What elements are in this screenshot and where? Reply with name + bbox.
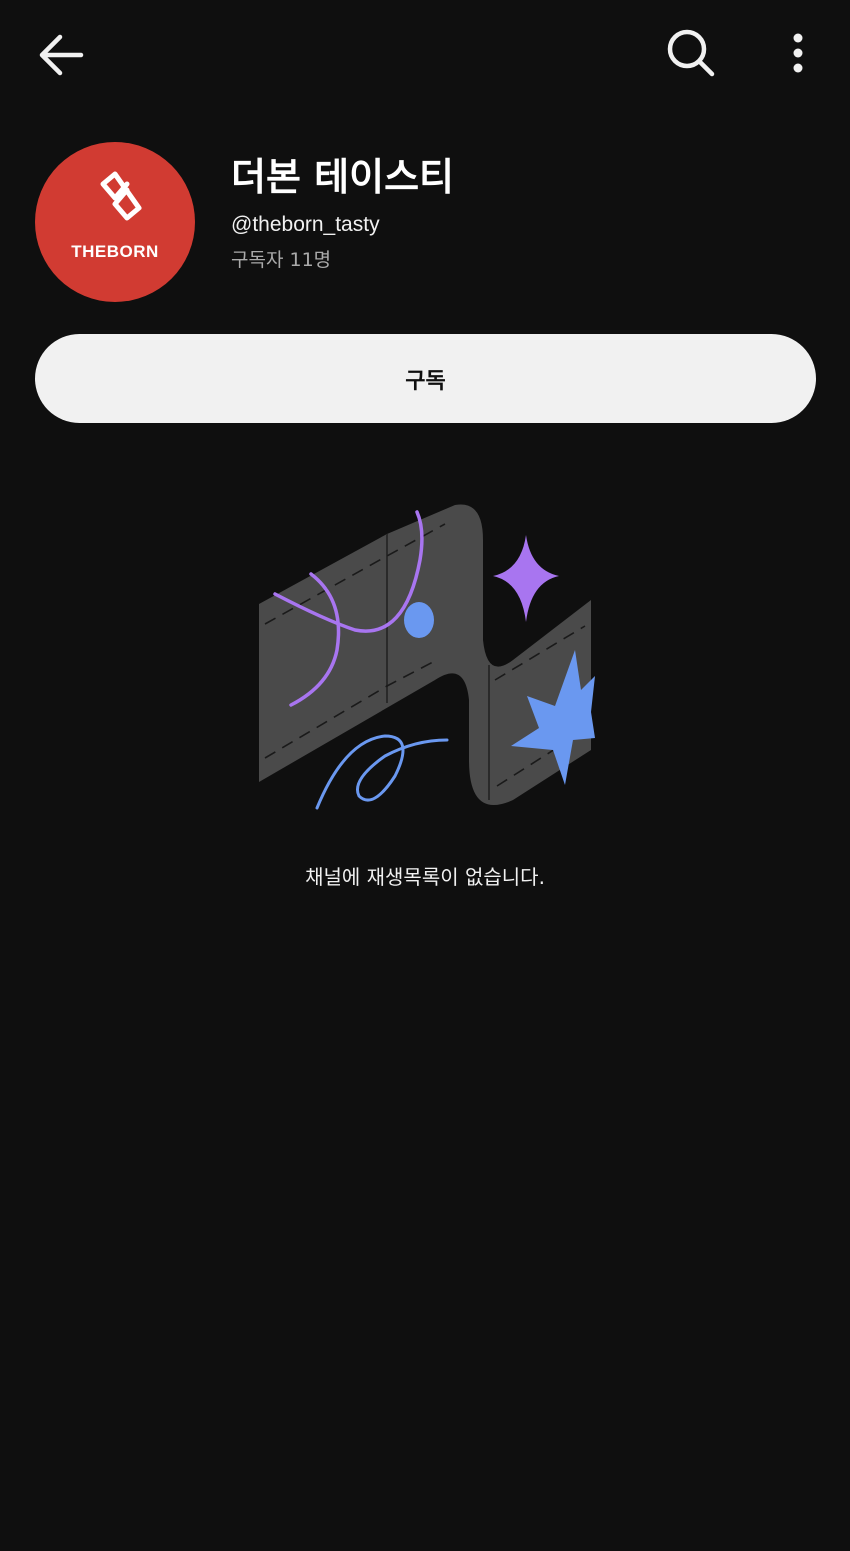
arrow-left-icon bbox=[39, 34, 84, 76]
back-button[interactable] bbox=[30, 25, 92, 85]
subscriber-count: 구독자 11명 bbox=[231, 249, 332, 271]
channel-info: 더본 테이스티 @theborn_tasty 구독자 11명 bbox=[231, 152, 791, 272]
channel-avatar[interactable]: THEBORN bbox=[35, 142, 195, 302]
search-icon bbox=[667, 29, 715, 77]
more-options-button[interactable] bbox=[773, 22, 823, 84]
more-vert-icon bbox=[793, 33, 803, 73]
subscribe-label: 구독 bbox=[405, 368, 446, 394]
avatar-brand-text: THEBORN bbox=[71, 242, 159, 261]
empty-playlist-illustration bbox=[255, 500, 595, 815]
top-app-bar bbox=[0, 0, 850, 110]
empty-state-message: 채널에 재생목록이 없습니다. bbox=[305, 865, 545, 889]
channel-handle: @theborn_tasty bbox=[231, 213, 380, 236]
channel-name: 더본 테이스티 bbox=[231, 155, 454, 199]
subscribe-button[interactable]: 구독 bbox=[35, 334, 816, 423]
theborn-logo-icon bbox=[100, 171, 142, 221]
channel-header: THEBORN 더본 테이스티 @theborn_tasty 구독자 11명 bbox=[35, 142, 815, 302]
search-button[interactable] bbox=[660, 22, 722, 84]
